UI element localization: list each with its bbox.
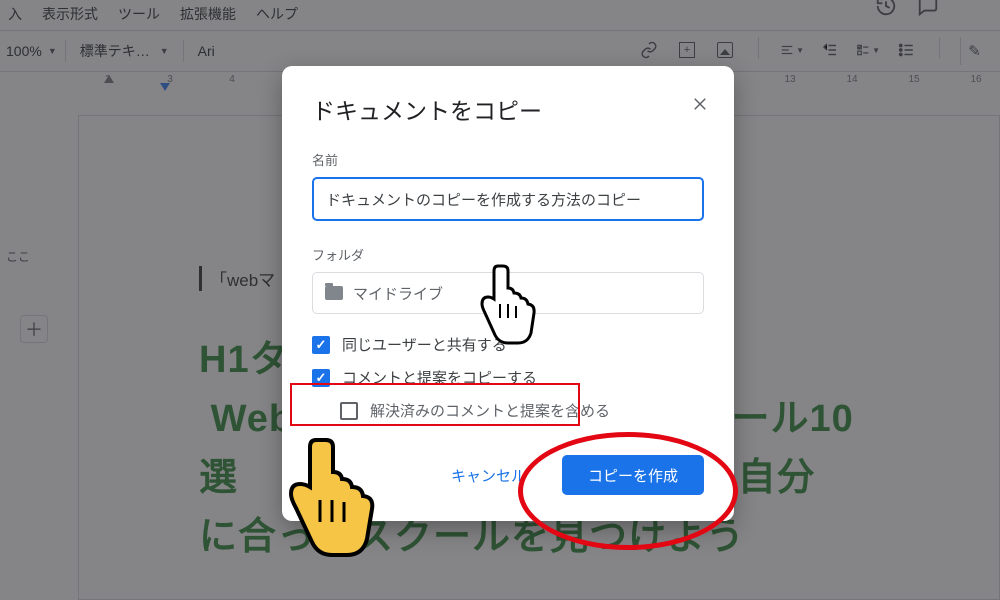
check-icon <box>340 402 358 420</box>
dialog-title: ドキュメントをコピー <box>312 92 704 126</box>
include-resolved-checkbox[interactable]: 解決済みのコメントと提案を含める <box>340 400 704 421</box>
copy-name-input[interactable] <box>312 177 704 221</box>
copy-comments-checkbox[interactable]: ✓ コメントと提案をコピーする <box>312 367 704 388</box>
folder-picker[interactable]: マイドライブ <box>312 272 704 314</box>
name-label: 名前 <box>312 150 704 169</box>
copy-document-dialog: ドキュメントをコピー 名前 フォルダ マイドライブ ✓ 同じユーザーと共有する … <box>282 66 734 521</box>
folder-value: マイドライブ <box>353 283 443 304</box>
folder-label: フォルダ <box>312 245 704 264</box>
close-button[interactable] <box>686 90 714 118</box>
cancel-button[interactable]: キャンセル <box>425 455 552 495</box>
check-icon: ✓ <box>312 336 330 354</box>
share-same-users-checkbox[interactable]: ✓ 同じユーザーと共有する <box>312 334 704 355</box>
check-icon: ✓ <box>312 369 330 387</box>
make-copy-button[interactable]: コピーを作成 <box>562 455 704 495</box>
folder-icon <box>325 286 343 300</box>
